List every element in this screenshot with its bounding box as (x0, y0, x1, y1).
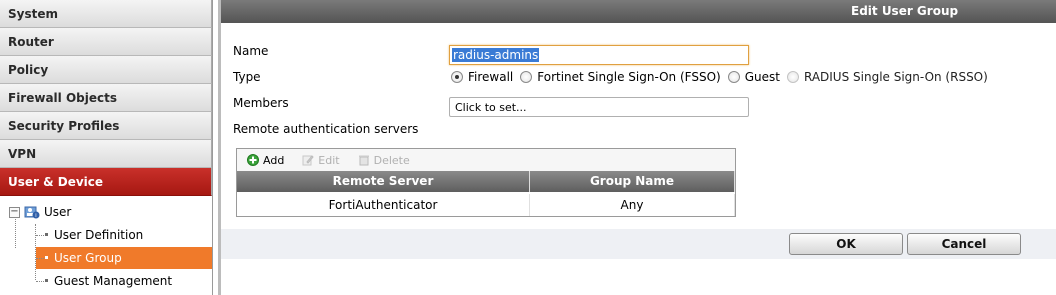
nav-security-profiles[interactable]: Security Profiles (0, 112, 212, 140)
edit-icon (302, 155, 314, 166)
tree-node-user-label: User (44, 205, 72, 219)
type-rsso-radio[interactable] (786, 71, 799, 83)
type-guest-radio[interactable] (727, 71, 740, 83)
edit-label: Edit (318, 153, 340, 167)
user-icon: i (24, 206, 40, 219)
name-input[interactable]: radius-admins (449, 45, 749, 65)
tree-connector (36, 258, 44, 259)
table-row[interactable]: FortiAuthenticator Any (237, 194, 735, 216)
tree-item-label: Guest Management (54, 274, 173, 288)
bullet-icon (45, 233, 48, 236)
tree-item-user-definition[interactable]: User Definition (36, 224, 212, 246)
nav-user-and-device[interactable]: User & Device (0, 168, 212, 196)
members-field[interactable]: Click to set... (449, 97, 749, 117)
type-firewall-label[interactable]: Firewall (468, 70, 513, 84)
column-header-remote-server[interactable]: Remote Server (237, 171, 530, 192)
add-button[interactable]: Add (247, 154, 284, 167)
bullet-icon (45, 256, 48, 259)
svg-text:i: i (35, 213, 36, 219)
type-fsso-label[interactable]: Fortinet Single Sign-On (FSSO) (537, 70, 720, 84)
cell-group-name: Any (530, 194, 735, 216)
dialog-footer: OK Cancel (221, 229, 1056, 259)
tree-item-user-group[interactable]: User Group (36, 247, 212, 269)
type-firewall-radio[interactable] (451, 71, 463, 83)
remote-auth-label: Remote authentication servers (233, 122, 419, 136)
sidebar: System Router Policy Firewall Objects Se… (0, 0, 213, 295)
nav-policy[interactable]: Policy (0, 56, 212, 84)
tree-item-label: User Group (54, 251, 122, 265)
tree-connector (36, 235, 44, 236)
type-fsso-radio[interactable] (520, 71, 533, 83)
name-input-value: radius-admins (452, 48, 540, 62)
add-icon (247, 154, 259, 166)
cancel-button[interactable]: Cancel (907, 233, 1021, 255)
nav-vpn[interactable]: VPN (0, 140, 212, 168)
type-guest-label[interactable]: Guest (745, 70, 780, 84)
type-radio-group: Firewall Fortinet Single Sign-On (FSSO) … (451, 69, 995, 85)
type-label: Type (233, 70, 261, 84)
nav-firewall-objects[interactable]: Firewall Objects (0, 84, 212, 112)
delete-label: Delete (373, 153, 410, 167)
edit-button[interactable]: Edit (302, 153, 340, 167)
tree-item-guest-management[interactable]: Guest Management (36, 270, 212, 292)
column-header-group-name[interactable]: Group Name (530, 171, 735, 192)
name-label: Name (233, 44, 269, 58)
add-label: Add (263, 153, 285, 167)
delete-button[interactable]: Delete (358, 154, 410, 167)
tree-item-label: User Definition (54, 228, 144, 242)
table-header: Remote Server Group Name (237, 171, 735, 192)
nav-router[interactable]: Router (0, 28, 212, 56)
edit-user-group-panel: Edit User Group Name radius-admins Type … (218, 0, 1056, 295)
ok-button[interactable]: OK (789, 233, 903, 255)
table-toolbar: Add Edit Delete (237, 149, 735, 171)
tree-node-user[interactable]: − i User (9, 201, 71, 223)
cell-remote-server: FortiAuthenticator (237, 194, 530, 216)
type-rsso-label[interactable]: RADIUS Single Sign-On (RSSO) (804, 70, 988, 84)
nav-system[interactable]: System (0, 0, 212, 28)
dialog-title: Edit User Group (221, 0, 1056, 23)
bullet-icon (45, 279, 48, 282)
nav-tree: − i User User Definition User Group Gues… (0, 196, 212, 293)
trash-icon (358, 155, 369, 166)
members-label: Members (233, 96, 289, 110)
remote-servers-table: Add Edit Delete Remote Server Group Name… (236, 148, 736, 217)
user-group-form: Name radius-admins Type Firewall Fortine… (233, 23, 1053, 229)
collapse-toggle-icon[interactable]: − (9, 206, 20, 218)
tree-connector (36, 281, 44, 282)
